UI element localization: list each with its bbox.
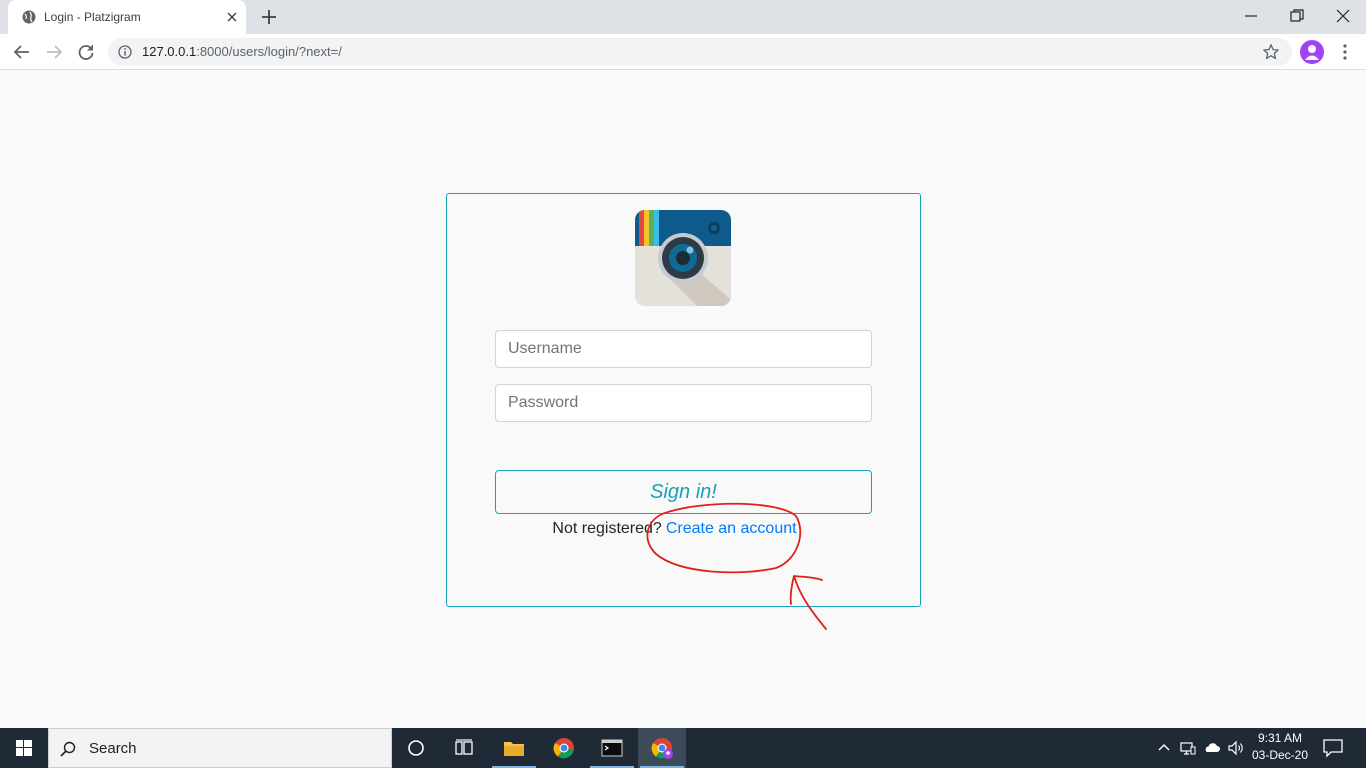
url-host: 127.0.0.1 bbox=[142, 44, 197, 59]
sign-in-button[interactable]: Sign in! bbox=[495, 470, 872, 514]
start-button[interactable] bbox=[0, 728, 48, 768]
search-placeholder: Search bbox=[89, 740, 137, 757]
close-tab-icon[interactable] bbox=[224, 9, 240, 25]
terminal-icon bbox=[601, 739, 623, 757]
address-bar[interactable]: 127.0.0.1:8000/users/login/?next=/ bbox=[108, 38, 1292, 66]
onedrive-cloud-icon[interactable] bbox=[1203, 739, 1221, 757]
not-registered-text: Not registered? bbox=[552, 520, 662, 537]
chrome-icon bbox=[553, 738, 574, 759]
chrome-taskbar-button[interactable] bbox=[540, 728, 588, 768]
network-icon[interactable] bbox=[1179, 739, 1197, 757]
globe-icon bbox=[22, 10, 36, 24]
back-icon[interactable] bbox=[13, 43, 31, 61]
reload-icon[interactable] bbox=[77, 43, 95, 61]
new-tab-icon[interactable] bbox=[260, 8, 278, 26]
profile-avatar[interactable] bbox=[1300, 40, 1324, 64]
site-info-icon[interactable] bbox=[118, 45, 132, 59]
password-input[interactable] bbox=[495, 384, 872, 422]
close-window-icon[interactable] bbox=[1334, 7, 1352, 25]
browser-menu-icon[interactable] bbox=[1336, 43, 1354, 61]
tab-strip: Login - Platzigram bbox=[0, 0, 1366, 34]
chrome-incognito-taskbar-button[interactable] bbox=[638, 728, 686, 768]
windows-logo-icon bbox=[16, 740, 32, 756]
login-card: Sign in! Not registered?Create an accoun… bbox=[446, 193, 921, 607]
minimize-icon[interactable] bbox=[1242, 7, 1260, 25]
browser-tab[interactable]: Login - Platzigram bbox=[8, 0, 246, 34]
url-text[interactable]: 127.0.0.1:8000/users/login/?next=/ bbox=[142, 44, 342, 59]
create-account-link[interactable]: Create an account bbox=[666, 520, 797, 537]
clock-date: 03-Dec-20 bbox=[1251, 748, 1309, 762]
browser-toolbar: 127.0.0.1:8000/users/login/?next=/ bbox=[0, 34, 1366, 70]
restore-icon[interactable] bbox=[1288, 7, 1306, 25]
url-path: :8000/users/login/?next=/ bbox=[196, 44, 342, 59]
search-icon bbox=[60, 741, 76, 757]
terminal-taskbar-button[interactable] bbox=[588, 728, 636, 768]
task-view-icon bbox=[455, 739, 473, 755]
incognito-user-icon bbox=[1305, 45, 1319, 60]
system-clock[interactable]: 9:31 AM 03-Dec-20 bbox=[1244, 730, 1316, 764]
forward-icon[interactable] bbox=[45, 43, 63, 61]
volume-icon[interactable] bbox=[1227, 739, 1245, 757]
chrome-profile-icon bbox=[651, 738, 673, 759]
camera-logo-icon bbox=[635, 210, 731, 306]
file-explorer-button[interactable] bbox=[490, 728, 538, 768]
clock-time: 9:31 AM bbox=[1257, 731, 1303, 745]
register-prompt: Not registered? Create an account bbox=[447, 520, 922, 538]
windows-taskbar: Search 9:31 AM 03-Dec-20 bbox=[0, 728, 1366, 768]
taskbar-search[interactable]: Search bbox=[48, 728, 392, 768]
folder-icon bbox=[504, 742, 524, 756]
tab-title: Login - Platzigram bbox=[44, 10, 141, 24]
show-hidden-icons-icon[interactable] bbox=[1155, 739, 1173, 757]
cortana-button[interactable] bbox=[392, 728, 440, 768]
bookmark-star-icon[interactable] bbox=[1262, 43, 1280, 61]
task-view-button[interactable] bbox=[440, 728, 488, 768]
action-center-icon[interactable] bbox=[1322, 738, 1344, 758]
cortana-icon bbox=[408, 740, 424, 756]
username-input[interactable] bbox=[495, 330, 872, 368]
